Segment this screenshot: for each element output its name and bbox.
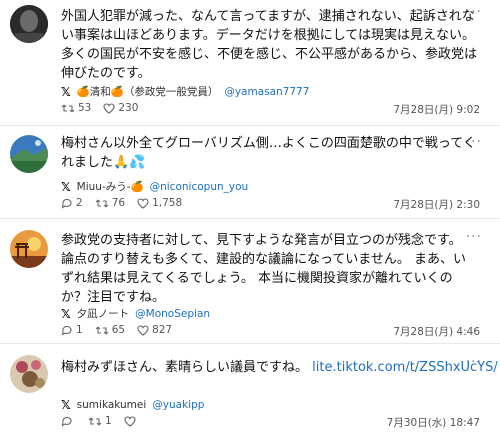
post-author[interactable]: 𝕏 sumikakumei @yuakipp: [61, 398, 204, 412]
post-date[interactable]: 7月30日(水) 18:47: [387, 415, 480, 430]
post-text: 外国人犯罪が減った、なんて言ってますが、逮捕されない、起訴されない事案は山ほどあ…: [61, 9, 478, 81]
heart-icon: [137, 324, 149, 336]
reply-stat[interactable]: 2: [61, 197, 83, 209]
x-logo-icon: 𝕏: [61, 398, 71, 412]
avatar[interactable]: [10, 5, 48, 43]
heart-icon: [124, 415, 136, 427]
retweet-icon: [61, 104, 75, 112]
retweet-stat[interactable]: 76: [95, 197, 125, 209]
reply-icon: [61, 198, 72, 209]
reply-stat[interactable]: [61, 416, 76, 427]
like-count: 827: [152, 324, 173, 336]
heart-icon: [137, 197, 149, 209]
post-stats: 53 230: [61, 102, 150, 114]
reply-count: 2: [76, 197, 83, 209]
x-logo-icon: 𝕏: [61, 179, 71, 194]
post-author[interactable]: 𝕏 Miuu-みう-🍊 @niconicopun_you: [61, 179, 248, 194]
post-author[interactable]: 𝕏 🍊清和🍊（参政党一般党員） @yamasan7777: [61, 84, 309, 99]
post-author[interactable]: 𝕏 夕凪ノート @MonoSepian: [61, 306, 210, 321]
post-4[interactable]: ··· 梅村みずほさん、素晴らしい議員ですね。 lite.tiktok.com/…: [0, 344, 500, 433]
tiktok-link[interactable]: lite.tiktok.com/t/ZSShxUcYS/: [312, 360, 498, 375]
retweet-count: 76: [111, 197, 126, 209]
post-stats: 1: [61, 415, 151, 427]
reply-count: 1: [76, 324, 83, 336]
x-logo-icon: 𝕏: [61, 306, 71, 321]
like-count: 1,758: [152, 197, 183, 209]
display-name: 夕凪ノート: [76, 308, 130, 320]
retweet-stat[interactable]: 53: [61, 102, 91, 114]
user-handle[interactable]: @MonoSepian: [135, 308, 210, 320]
reply-icon: [61, 325, 72, 336]
post-text: 梅村みずほさん、素晴らしい議員ですね。 lite.tiktok.com/t/ZS…: [61, 358, 498, 378]
user-handle[interactable]: @yuakipp: [152, 399, 204, 411]
retweet-count: 1: [105, 415, 112, 427]
post-text: 梅村さん以外全てグローバリズム側…よくこの四面楚歌の中で戦ってくれました🙏💦: [61, 136, 476, 170]
like-stat[interactable]: 230: [103, 102, 138, 114]
post-2[interactable]: ··· 梅村さん以外全てグローバリズム側…よくこの四面楚歌の中で戦ってくれました…: [0, 126, 500, 218]
retweet-icon: [95, 199, 109, 207]
retweet-icon: [95, 326, 109, 334]
reply-icon: [61, 416, 72, 427]
post-1[interactable]: ··· 外国人犯罪が減った、なんて言ってますが、逮捕されない、起訴されない事案は…: [0, 0, 500, 125]
like-count: 230: [118, 102, 139, 114]
retweet-count: 65: [111, 324, 126, 336]
user-handle[interactable]: @yamasan7777: [224, 86, 309, 98]
user-handle[interactable]: @niconicopun_you: [150, 181, 249, 193]
avatar[interactable]: [10, 230, 48, 268]
post-stats: 2 76 1,758: [61, 197, 194, 209]
post-stats: 1 65 827: [61, 324, 184, 336]
post-date[interactable]: 7月28日(月) 9:02: [393, 102, 480, 117]
like-stat[interactable]: [124, 415, 139, 427]
post-date[interactable]: 7月28日(月) 2:30: [393, 197, 480, 212]
reply-stat[interactable]: 1: [61, 324, 83, 336]
post-text: 参政党の支持者に対して、見下すような発言が目立つのが残念です。 論点のすり替えも…: [61, 233, 467, 305]
retweet-stat[interactable]: 1: [88, 415, 112, 427]
x-logo-icon: 𝕏: [61, 84, 71, 99]
post-body: 梅村みずほさん、素晴らしい議員ですね。: [61, 360, 309, 375]
retweet-stat[interactable]: 65: [95, 324, 125, 336]
like-stat[interactable]: 1,758: [137, 197, 182, 209]
heart-icon: [103, 102, 115, 114]
avatar[interactable]: [10, 135, 48, 173]
post-3[interactable]: ··· 参政党の支持者に対して、見下すような発言が目立つのが残念です。 論点のす…: [0, 219, 500, 343]
post-date[interactable]: 7月28日(月) 4:46: [393, 324, 480, 339]
display-name: sumikakumei: [76, 399, 147, 411]
like-stat[interactable]: 827: [137, 324, 172, 336]
avatar[interactable]: [10, 355, 48, 393]
display-name: Miuu-みう-🍊: [76, 181, 144, 193]
display-name: 🍊清和🍊（参政党一般党員）: [76, 86, 219, 98]
retweet-count: 53: [78, 102, 92, 114]
retweet-icon: [88, 417, 102, 425]
